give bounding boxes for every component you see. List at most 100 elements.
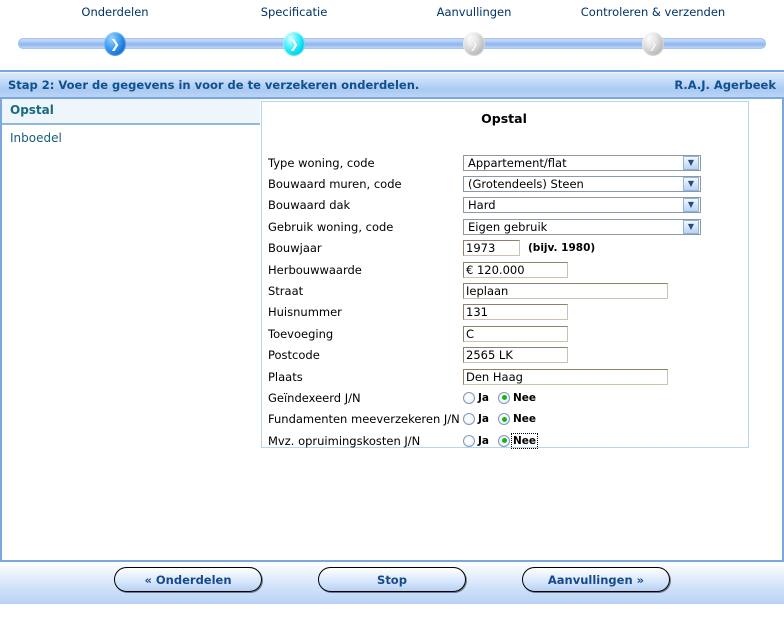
footer-actions: « Onderdelen Stop Aanvullingen » <box>0 562 784 604</box>
back-button[interactable]: « Onderdelen <box>114 567 262 592</box>
chevron-right-icon: ❯ <box>109 37 121 51</box>
input-herbouwwaarde[interactable] <box>463 261 568 278</box>
form-row: Mvz. opruimingskosten J/N Ja Nee <box>268 430 748 451</box>
field-control: Ja Nee <box>463 432 542 449</box>
field-label: Bouwjaar <box>268 241 322 256</box>
form-row: Fundamenten meeverzekeren J/N Ja Nee <box>268 409 748 430</box>
form-row: Bouwaard dak Hard ▼ <box>268 195 748 216</box>
select-value: Appartement/flat <box>468 155 567 170</box>
radio-yes-label[interactable]: Ja <box>478 413 489 425</box>
form-panel-title: Opstal <box>481 111 527 126</box>
select-value: Eigen gebruik <box>468 219 548 234</box>
chevron-down-icon[interactable]: ▼ <box>683 198 699 213</box>
wizard-step-label-1: Onderdelen <box>81 5 149 19</box>
field-control: Hard ▼ <box>463 197 701 214</box>
body-region: Opstal Inboedel Opstal Type woning, code A… <box>0 99 784 560</box>
next-button[interactable]: Aanvullingen » <box>522 567 670 592</box>
radio-no[interactable] <box>498 434 510 447</box>
wizard-step-marker-1[interactable]: ❯ <box>104 32 126 56</box>
field-label: Mvz. opruimingskosten J/N <box>268 433 421 448</box>
input-bouwjaar[interactable] <box>463 240 520 257</box>
wizard-labels: Onderdelen Specificatie Aanvullingen Contro… <box>0 0 784 26</box>
sidebar-nav: Opstal Inboedel <box>2 99 260 151</box>
select-gebruik-woning-code[interactable]: Eigen gebruik ▼ <box>463 218 701 235</box>
form-row: Toevoeging <box>268 323 748 344</box>
input-plaats[interactable] <box>463 368 668 385</box>
wizard-step-label-3: Aanvullingen <box>436 5 512 19</box>
step-header-bar: Stap 2: Voer de gegevens in voor de te v… <box>0 72 784 97</box>
chevron-down-icon[interactable]: ▼ <box>683 155 699 170</box>
radio-group: Ja Nee <box>463 391 545 404</box>
wizard-step-marker-2[interactable]: ❯ <box>283 32 305 56</box>
form-row: Postcode <box>268 345 748 366</box>
left-border-rule <box>0 99 2 560</box>
input-postcode[interactable] <box>463 347 568 364</box>
current-user-name: R.A.J. Agerbeek <box>674 78 776 92</box>
field-hint: (bijv. 1980) <box>528 242 596 255</box>
form-row: Type woning, code Appartement/flat ▼ <box>268 152 748 173</box>
radio-no-label[interactable]: Nee <box>510 432 539 449</box>
input-huisnummer[interactable] <box>463 304 568 321</box>
form-rows: Type woning, code Appartement/flat ▼ Bouwaa… <box>262 152 748 451</box>
radio-yes[interactable] <box>463 413 475 426</box>
field-label: Geïndexeerd J/N <box>268 390 361 405</box>
field-control <box>463 347 568 364</box>
field-control: Eigen gebruik ▼ <box>463 218 701 235</box>
radio-yes[interactable] <box>463 391 475 404</box>
field-label: Plaats <box>268 369 303 384</box>
radio-no[interactable] <box>498 391 510 404</box>
wizard-progress: Onderdelen Specificatie Aanvullingen Contro… <box>0 0 784 70</box>
wizard-step-label-4: Controleren & verzenden <box>580 5 726 19</box>
select-type-woning-code[interactable]: Appartement/flat ▼ <box>463 154 701 171</box>
chevron-down-icon[interactable]: ▼ <box>683 177 699 192</box>
field-control: (bijv. 1980) <box>463 240 596 257</box>
form-row: Geïndexeerd J/N Ja Nee <box>268 387 748 408</box>
field-control <box>463 261 568 278</box>
field-control <box>463 325 568 342</box>
field-label: Straat <box>268 284 304 299</box>
field-label: Herbouwwaarde <box>268 262 362 277</box>
input-straat[interactable] <box>463 283 668 300</box>
form-row: Straat <box>268 280 748 301</box>
chevron-right-icon: ❯ <box>288 37 300 51</box>
sidebar-item-opstal[interactable]: Opstal <box>2 99 260 125</box>
sidebar-item-inboedel[interactable]: Inboedel <box>2 125 260 151</box>
wizard-step-label-2: Specificatie <box>260 5 328 19</box>
radio-group: Ja Nee <box>463 413 545 426</box>
radio-yes-label[interactable]: Ja <box>478 435 489 447</box>
chevron-down-icon[interactable]: ▼ <box>683 219 699 234</box>
field-label: Gebruik woning, code <box>268 219 394 234</box>
form-row: Bouwjaar (bijv. 1980) <box>268 238 748 259</box>
chevron-right-icon: ❯ <box>647 37 659 51</box>
radio-yes-label[interactable]: Ja <box>478 392 489 404</box>
field-label: Bouwaard muren, code <box>268 177 402 192</box>
wizard-rail-wrap: ❯ ❯ ❯ ❯ <box>0 32 784 58</box>
form-row: Plaats <box>268 366 748 387</box>
radio-no-label[interactable]: Nee <box>513 413 536 425</box>
field-control <box>463 368 668 385</box>
field-label: Type woning, code <box>268 155 375 170</box>
stop-button[interactable]: Stop <box>318 567 466 592</box>
radio-group: Ja Nee <box>463 432 542 449</box>
select-bouwaard-dak[interactable]: Hard ▼ <box>463 197 701 214</box>
field-control: (Grotendeels) Steen ▼ <box>463 176 701 193</box>
field-control <box>463 304 568 321</box>
select-bouwaard-muren-code[interactable]: (Grotendeels) Steen ▼ <box>463 176 701 193</box>
field-control: Appartement/flat ▼ <box>463 154 701 171</box>
form-panel: Opstal Type woning, code Appartement/flat… <box>261 101 749 451</box>
radio-no-label[interactable]: Nee <box>513 392 536 404</box>
form-row: Huisnummer <box>268 302 748 323</box>
chevron-right-icon: ❯ <box>468 37 480 51</box>
field-label: Huisnummer <box>268 305 342 320</box>
wizard-step-marker-4[interactable]: ❯ <box>642 32 664 56</box>
radio-no[interactable] <box>498 413 510 426</box>
wizard-step-marker-3[interactable]: ❯ <box>463 32 485 56</box>
field-control: Ja Nee <box>463 391 545 404</box>
field-label: Fundamenten meeverzekeren J/N <box>268 412 460 427</box>
field-label: Postcode <box>268 348 320 363</box>
field-label: Toevoeging <box>268 326 334 341</box>
field-label: Bouwaard dak <box>268 198 351 213</box>
radio-yes[interactable] <box>463 434 475 447</box>
step-header-title: Stap 2: Voer de gegevens in voor de te v… <box>8 78 420 92</box>
input-toevoeging[interactable] <box>463 325 568 342</box>
